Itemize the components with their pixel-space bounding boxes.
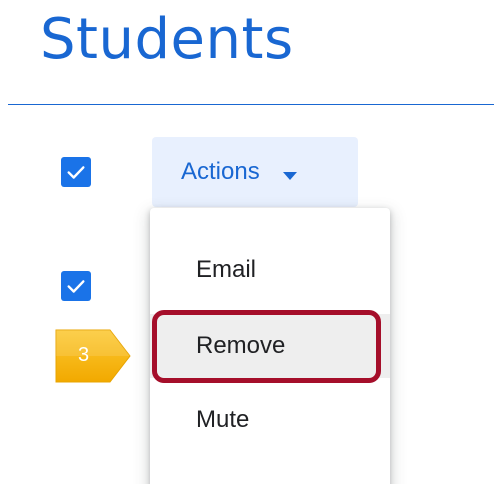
student-row-checkbox[interactable] [61,271,91,301]
actions-menu: Email Remove Mute [150,208,390,484]
menu-item-remove[interactable]: Remove [150,314,390,378]
menu-item-label: Remove [196,332,286,359]
checkmark-icon [67,280,85,293]
menu-item-label: Email [196,256,257,283]
menu-item-label: Mute [196,406,250,433]
title-divider [8,104,494,105]
actions-button-label: Actions [181,158,260,185]
caret-down-icon [282,160,298,188]
students-page: Students Actions : Email Remove Mute [0,0,494,484]
select-all-checkbox[interactable] [61,157,91,187]
page-title: Students [40,7,294,72]
menu-item-mute[interactable]: Mute [150,388,390,452]
actions-button[interactable]: Actions [152,137,358,207]
step-number: 3 [78,344,90,366]
step-arrow-icon [55,329,131,383]
menu-item-email[interactable]: Email [150,238,390,302]
checkmark-icon [67,166,85,179]
step-marker: 3 [54,326,134,386]
